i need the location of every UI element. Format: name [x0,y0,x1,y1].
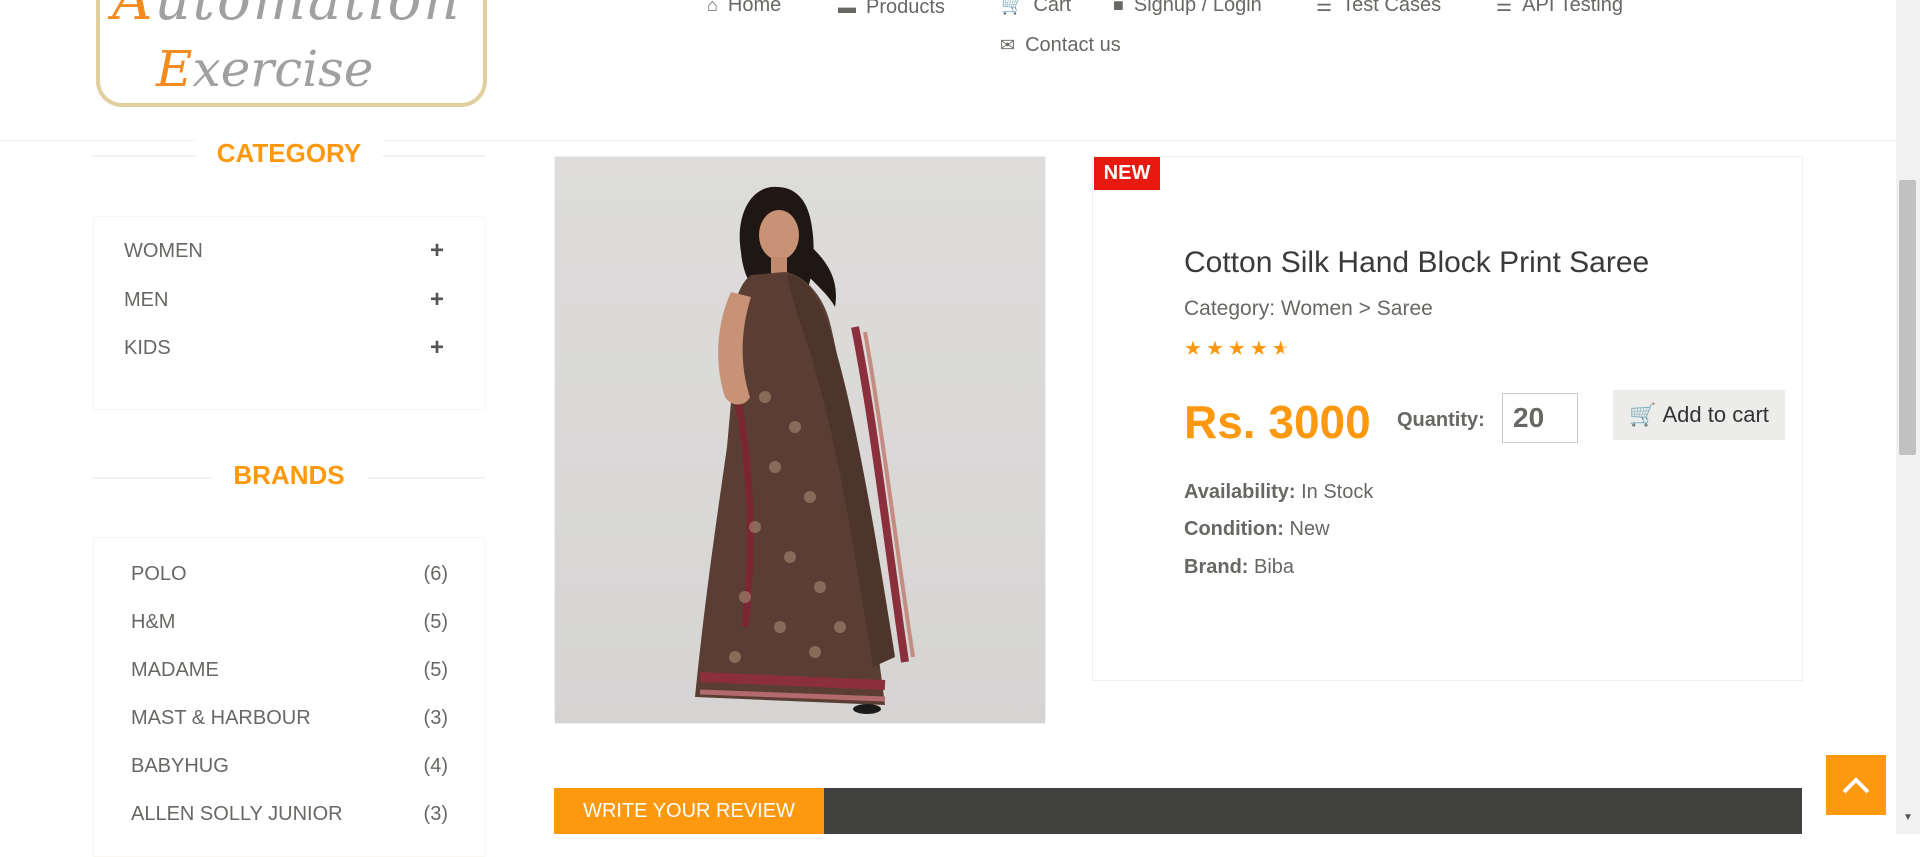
nav-api-testing[interactable]: ☰ API Testing [1496,0,1623,17]
brands-panel: POLO (6) H&M (5) MADAME (5) MAST & HARBO… [93,537,485,857]
product-image [554,156,1046,724]
nav-products[interactable]: ▬ Products [838,0,945,19]
brand-line: Brand: Biba [1184,556,1294,579]
home-icon: ⌂ [707,0,718,15]
nav-home[interactable]: ⌂ Home [707,0,781,17]
brand-item-allen-solly-junior[interactable]: ALLEN SOLLY JUNIOR (3) [131,799,448,829]
list-icon: ☰ [1316,0,1333,15]
logo-line-1-rest: utomation [154,0,462,33]
quantity-label: Quantity: [1397,409,1485,431]
quantity-input[interactable] [1502,393,1578,443]
category-label: KIDS [124,336,171,359]
product-category: Category: Women > Saree [1184,297,1433,320]
products-icon: ▬ [838,0,856,17]
nav-products-label: Products [866,0,945,18]
brand-item-hm[interactable]: H&M (5) [131,607,448,637]
list-icon: ☰ [1496,0,1513,15]
brand-value: Biba [1254,556,1295,578]
brand-count: (4) [423,754,448,777]
product-price: Rs. 3000 [1184,396,1371,448]
category-item-kids[interactable]: KIDS + [124,333,444,363]
brand-label: ALLEN SOLLY JUNIOR [131,802,343,825]
star-half-icon: ★★ [1271,338,1294,360]
logo-line-2: Exercise [156,40,374,98]
product-name: Cotton Silk Hand Block Print Saree [1184,246,1650,279]
nav-test-cases-label: Test Cases [1342,0,1442,16]
category-title: CATEGORY [93,138,485,169]
star-icon: ★ [1205,338,1228,360]
logo-line-2-rest: xercise [192,40,374,98]
condition-label: Condition: [1184,518,1284,540]
new-badge: NEW [1094,157,1160,190]
star-icon: ★ [1227,338,1250,360]
star-icon: ★ [1249,338,1272,360]
nav-api-testing-label: API Testing [1522,0,1623,16]
brand-item-babyhug[interactable]: BABYHUG (4) [131,751,448,781]
brand-label: POLO [131,562,187,585]
brand-label: Brand: [1184,556,1249,578]
brand-item-mast-harbour[interactable]: MAST & HARBOUR (3) [131,703,448,733]
add-to-cart-button[interactable]: 🛒 Add to cart [1613,390,1785,440]
brand-label: H&M [131,610,176,633]
nav-test-cases[interactable]: ☰ Test Cases [1316,0,1441,17]
availability-label: Availability: [1184,481,1296,503]
envelope-icon: ✉ [1000,35,1016,55]
cart-icon: 🛒 [1001,0,1024,15]
brand-count: (5) [423,610,448,633]
brand-label: MAST & HARBOUR [131,706,311,729]
scroll-down-arrow-icon[interactable]: ▼ [1900,812,1916,828]
chevron-up-icon [1842,777,1870,794]
brand-item-madame[interactable]: MADAME (5) [131,655,448,685]
nav-cart[interactable]: 🛒 Cart [1001,0,1071,17]
brand-label: BABYHUG [131,754,229,777]
category-label: WOMEN [124,239,203,262]
brand-label: MADAME [131,658,219,681]
brand-item-polo[interactable]: POLO (6) [131,559,448,589]
nav-signup-login-label: Signup / Login [1133,0,1262,16]
add-to-cart-label: Add to cart [1662,402,1769,427]
brands-title-text: BRANDS [211,460,367,490]
brand-count: (3) [423,706,448,729]
brands-title: BRANDS [93,460,485,491]
nav-contact-us[interactable]: ✉ Contact us [1000,34,1121,57]
site-logo[interactable]: Automation Exercise [96,0,487,107]
availability-line: Availability: In Stock [1184,481,1373,504]
plus-icon[interactable]: + [430,286,444,314]
nav-contact-us-label: Contact us [1025,34,1121,56]
category-item-men[interactable]: MEN + [124,285,444,315]
plus-icon[interactable]: + [430,334,444,362]
product-rating: ★★★★★★ [1184,336,1294,361]
category-title-text: CATEGORY [194,138,384,168]
cart-icon: 🛒 [1629,402,1657,427]
scroll-up-button[interactable] [1826,755,1886,815]
category-label: MEN [124,288,169,311]
logo-line-1: Automation [112,0,461,33]
condition-value: New [1289,518,1330,540]
condition-line: Condition: New [1184,518,1330,541]
write-review-tab[interactable]: WRITE YOUR REVIEW [554,788,824,834]
plus-icon[interactable]: + [430,237,444,265]
brand-count: (5) [423,658,448,681]
nav-signup-login[interactable]: ■ Signup / Login [1113,0,1262,17]
category-panel: WOMEN + MEN + KIDS + [93,216,485,410]
nav-cart-label: Cart [1033,0,1072,16]
nav-home-label: Home [727,0,782,16]
star-icon: ★ [1184,338,1206,360]
category-item-women[interactable]: WOMEN + [124,236,444,266]
saree-figure-illustration [695,186,915,714]
brand-count: (6) [423,562,448,585]
brand-count: (3) [423,802,448,825]
scrollbar-thumb[interactable] [1899,180,1916,455]
availability-value: In Stock [1301,481,1374,503]
lock-icon: ■ [1113,0,1124,15]
